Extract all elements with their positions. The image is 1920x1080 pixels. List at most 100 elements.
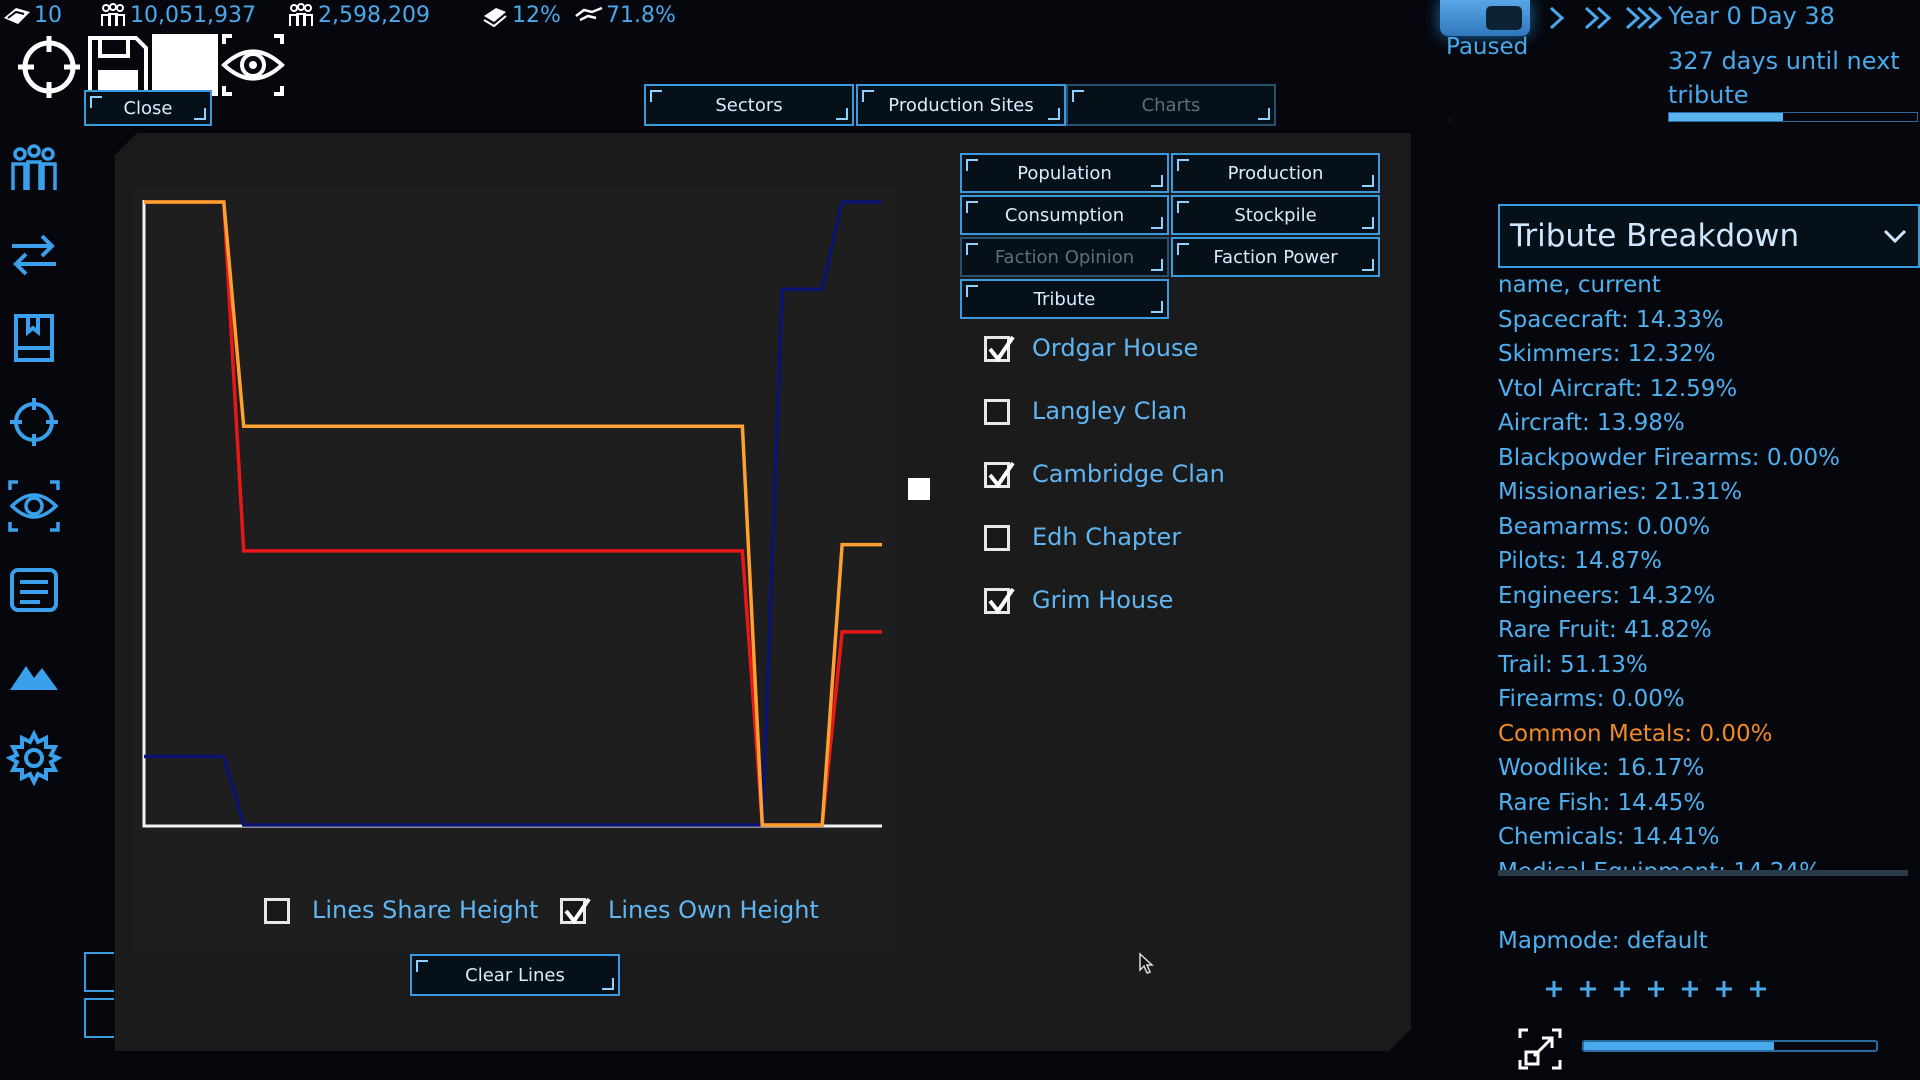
workforce-icon	[289, 3, 313, 26]
production-chart-button[interactable]: Production	[1171, 153, 1380, 193]
tribute-progress-fill	[1669, 113, 1784, 121]
lines-share-height-checkbox[interactable]	[264, 898, 290, 924]
money-icon	[483, 8, 507, 28]
tribute-item: Aircraft: 13.98%	[1498, 410, 1685, 436]
chart-series-line-1	[144, 200, 882, 827]
book-icon[interactable]	[6, 310, 62, 366]
population-chart-button[interactable]: Population	[960, 153, 1169, 193]
eye-icon[interactable]	[220, 32, 286, 98]
tribute-item: Woodlike: 16.17%	[1498, 755, 1705, 781]
ships-count: 10	[34, 2, 62, 28]
speed-2-icon[interactable]	[1582, 4, 1616, 32]
lines-share-height-label: Lines Share Height	[312, 896, 539, 924]
faction-label: Ordgar House	[1032, 334, 1199, 362]
crosshair-icon[interactable]	[16, 32, 82, 98]
tab-sectors[interactable]: Sectors	[644, 84, 854, 126]
terrain-icon[interactable]	[6, 646, 62, 702]
zoom-slider[interactable]	[1582, 1040, 1878, 1052]
faction-power-chart-button[interactable]: Faction Power	[1171, 237, 1380, 277]
population-stat: 10,051,937	[98, 2, 256, 28]
population-count: 10,051,937	[130, 2, 256, 28]
tribute-breakdown-dropdown[interactable]: Tribute Breakdown	[1498, 204, 1920, 268]
settings-gear-icon[interactable]	[6, 730, 62, 786]
lines-own-height-checkbox[interactable]	[560, 897, 591, 925]
workforce-stat: 2,598,209	[286, 2, 430, 28]
line-chart	[142, 200, 882, 828]
tribute-countdown: 327 days until next tribute	[1668, 44, 1900, 112]
minimized-panel-tab-2[interactable]	[84, 998, 114, 1038]
tribute-item: Rare Fish: 14.45%	[1498, 789, 1706, 816]
tribute-item: Common Metals: 0.00%	[1498, 720, 1773, 747]
left-sidebar	[0, 130, 70, 790]
faction-opinion-chart-button[interactable]: Faction Opinion	[960, 237, 1169, 277]
stockpile-chart-button[interactable]: Stockpile	[1171, 195, 1380, 235]
population-menu-icon[interactable]	[6, 142, 62, 198]
money-value: 12%	[512, 2, 561, 28]
tribute-item: Blackpowder Firearms: 0.00%	[1498, 444, 1840, 471]
chart-axes	[142, 200, 882, 828]
date-label: Year 0 Day 38	[1668, 2, 1835, 30]
tribute-item: Spacecraft: 14.33%	[1498, 306, 1724, 333]
tribute-countdown-line1: 327 days until next	[1668, 47, 1900, 75]
faction-checkbox-grim-house[interactable]	[984, 587, 1015, 615]
tribute-item: Medical Equipment: 14.24%	[1498, 855, 1908, 871]
tribute-item: Chemicals: 14.41%	[1498, 824, 1720, 850]
speed-1-icon[interactable]	[1546, 4, 1568, 32]
checkmark-icon	[988, 587, 1015, 615]
faction-label: Cambridge Clan	[1032, 460, 1225, 488]
tribute-item: Trail: 51.13%	[1498, 651, 1648, 678]
chevron-down-icon	[1883, 229, 1907, 244]
tribute-breakdown-list: name, current Spacecraft: 14.33% Skimmers:…	[1498, 268, 1908, 870]
visibility-icon[interactable]	[6, 478, 62, 534]
save-icon[interactable]	[84, 32, 150, 98]
checkmark-icon	[988, 461, 1015, 489]
tribute-item: Rare Fruit: 41.82%	[1498, 617, 1712, 643]
checkmark-icon	[564, 897, 591, 925]
consumption-chart-button[interactable]: Consumption	[960, 195, 1169, 235]
tribute-item: Beamarms: 0.00%	[1498, 513, 1711, 540]
mouse-cursor-icon	[1139, 952, 1154, 974]
approval-icon	[575, 6, 603, 22]
blank-icon[interactable]	[152, 34, 218, 96]
log-icon[interactable]	[6, 562, 62, 618]
faction-checkbox-ordgar-house[interactable]	[984, 335, 1015, 363]
faction-label: Langley Clan	[1032, 397, 1188, 425]
tribute-item: Engineers: 14.32%	[1498, 582, 1716, 609]
faction-checkbox-edh-chapter[interactable]	[984, 525, 1010, 551]
clear-lines-button[interactable]: Clear Lines	[410, 954, 620, 996]
color-swatch	[908, 478, 930, 500]
tribute-countdown-line2: tribute	[1668, 81, 1749, 109]
ships-stat: 10	[2, 2, 62, 28]
tribute-item: Pilots: 14.87%	[1498, 548, 1662, 574]
approval-value: 71.8%	[606, 2, 676, 28]
expand-icon[interactable]	[1516, 1026, 1564, 1072]
faction-label: Edh Chapter	[1032, 523, 1182, 551]
close-button[interactable]: Close	[84, 90, 212, 126]
minimized-panel-tab-1[interactable]	[84, 952, 114, 992]
population-icon	[101, 3, 125, 26]
money-stat: 12%	[480, 2, 561, 28]
tribute-list-header: name, current	[1498, 272, 1661, 298]
faction-checkbox-cambridge-clan[interactable]	[984, 461, 1015, 489]
pause-button[interactable]	[1440, 0, 1530, 36]
faction-label: Grim House	[1032, 586, 1174, 614]
speed-3-icon[interactable]	[1624, 4, 1666, 32]
tab-charts[interactable]: Charts	[1066, 84, 1276, 126]
lines-own-height-label: Lines Own Height	[608, 896, 819, 924]
ships-icon	[4, 8, 30, 24]
tribute-breakdown-title: Tribute Breakdown	[1510, 218, 1800, 254]
mapmode-plus-icons[interactable]	[1536, 974, 1766, 1004]
tab-production-sites[interactable]: Production Sites	[856, 84, 1066, 126]
checkmark-icon	[988, 335, 1015, 363]
tribute-item: Skimmers: 12.32%	[1498, 341, 1716, 367]
mapmode-label: Mapmode: default	[1498, 928, 1708, 954]
approval-stat: 71.8%	[574, 2, 676, 28]
workforce-count: 2,598,209	[318, 2, 430, 28]
faction-checkbox-langley-clan[interactable]	[984, 399, 1010, 425]
target-icon[interactable]	[6, 394, 62, 450]
tribute-list-scrollbar[interactable]	[1498, 870, 1908, 876]
tribute-chart-button[interactable]: Tribute	[960, 279, 1169, 319]
trade-routes-icon[interactable]	[6, 226, 62, 282]
tribute-item: Missionaries: 21.31%	[1498, 479, 1743, 505]
pause-toggle-icon	[1486, 6, 1522, 30]
